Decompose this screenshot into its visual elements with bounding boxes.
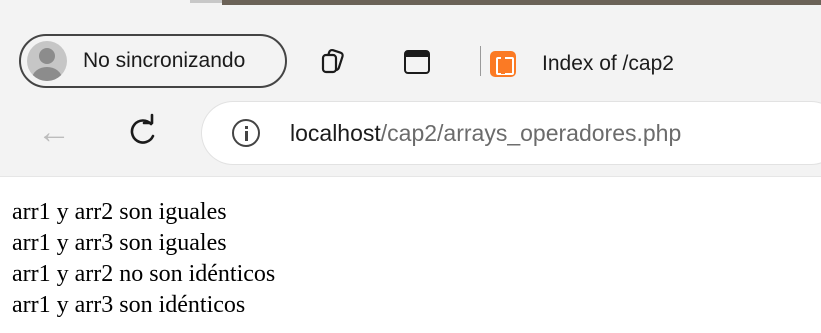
output-line: arr1 y arr3 son iguales [12,230,227,256]
reload-icon[interactable] [122,112,162,152]
address-bar[interactable]: localhost/cap2/arrays_operadores.php [202,102,821,164]
browser-chrome: No sincronizando Index of /cap2 ← localh… [0,0,821,176]
output-line: arr1 y arr2 no son idénticos [12,261,276,287]
output-line: arr1 y arr3 son idénticos [12,292,246,318]
profile-button[interactable]: No sincronizando [19,34,287,88]
output-line: arr1 y arr2 son iguales [12,199,227,225]
window-top-strip [0,0,821,14]
back-arrow-icon[interactable]: ← [34,112,74,152]
xampp-favicon-icon [490,51,516,77]
url-path: /cap2/arrays_operadores.php [380,119,682,146]
tab-separator [480,46,481,76]
page-content: arr1 y arr2 son iguales arr1 y arr3 son … [12,197,275,321]
window-top-tick [190,0,222,3]
navigation-bar: ← localhost/cap2/arrays_operadores.php [0,98,821,176]
url-host: localhost [290,119,381,146]
content-divider [0,176,821,177]
profile-label: No sincronizando [83,49,246,72]
info-icon[interactable] [232,119,260,147]
tab-title: Index of /cap2 [542,52,674,75]
window-top-edge [222,0,821,5]
tab-index-of-cap2[interactable]: Index of /cap2 [490,34,821,94]
address-url[interactable]: localhost/cap2/arrays_operadores.php [290,120,681,147]
tab-bar: No sincronizando Index of /cap2 [0,14,821,98]
vertical-tabs-icon[interactable] [404,50,430,74]
workspaces-icon[interactable] [318,48,346,76]
avatar-icon [27,41,67,81]
